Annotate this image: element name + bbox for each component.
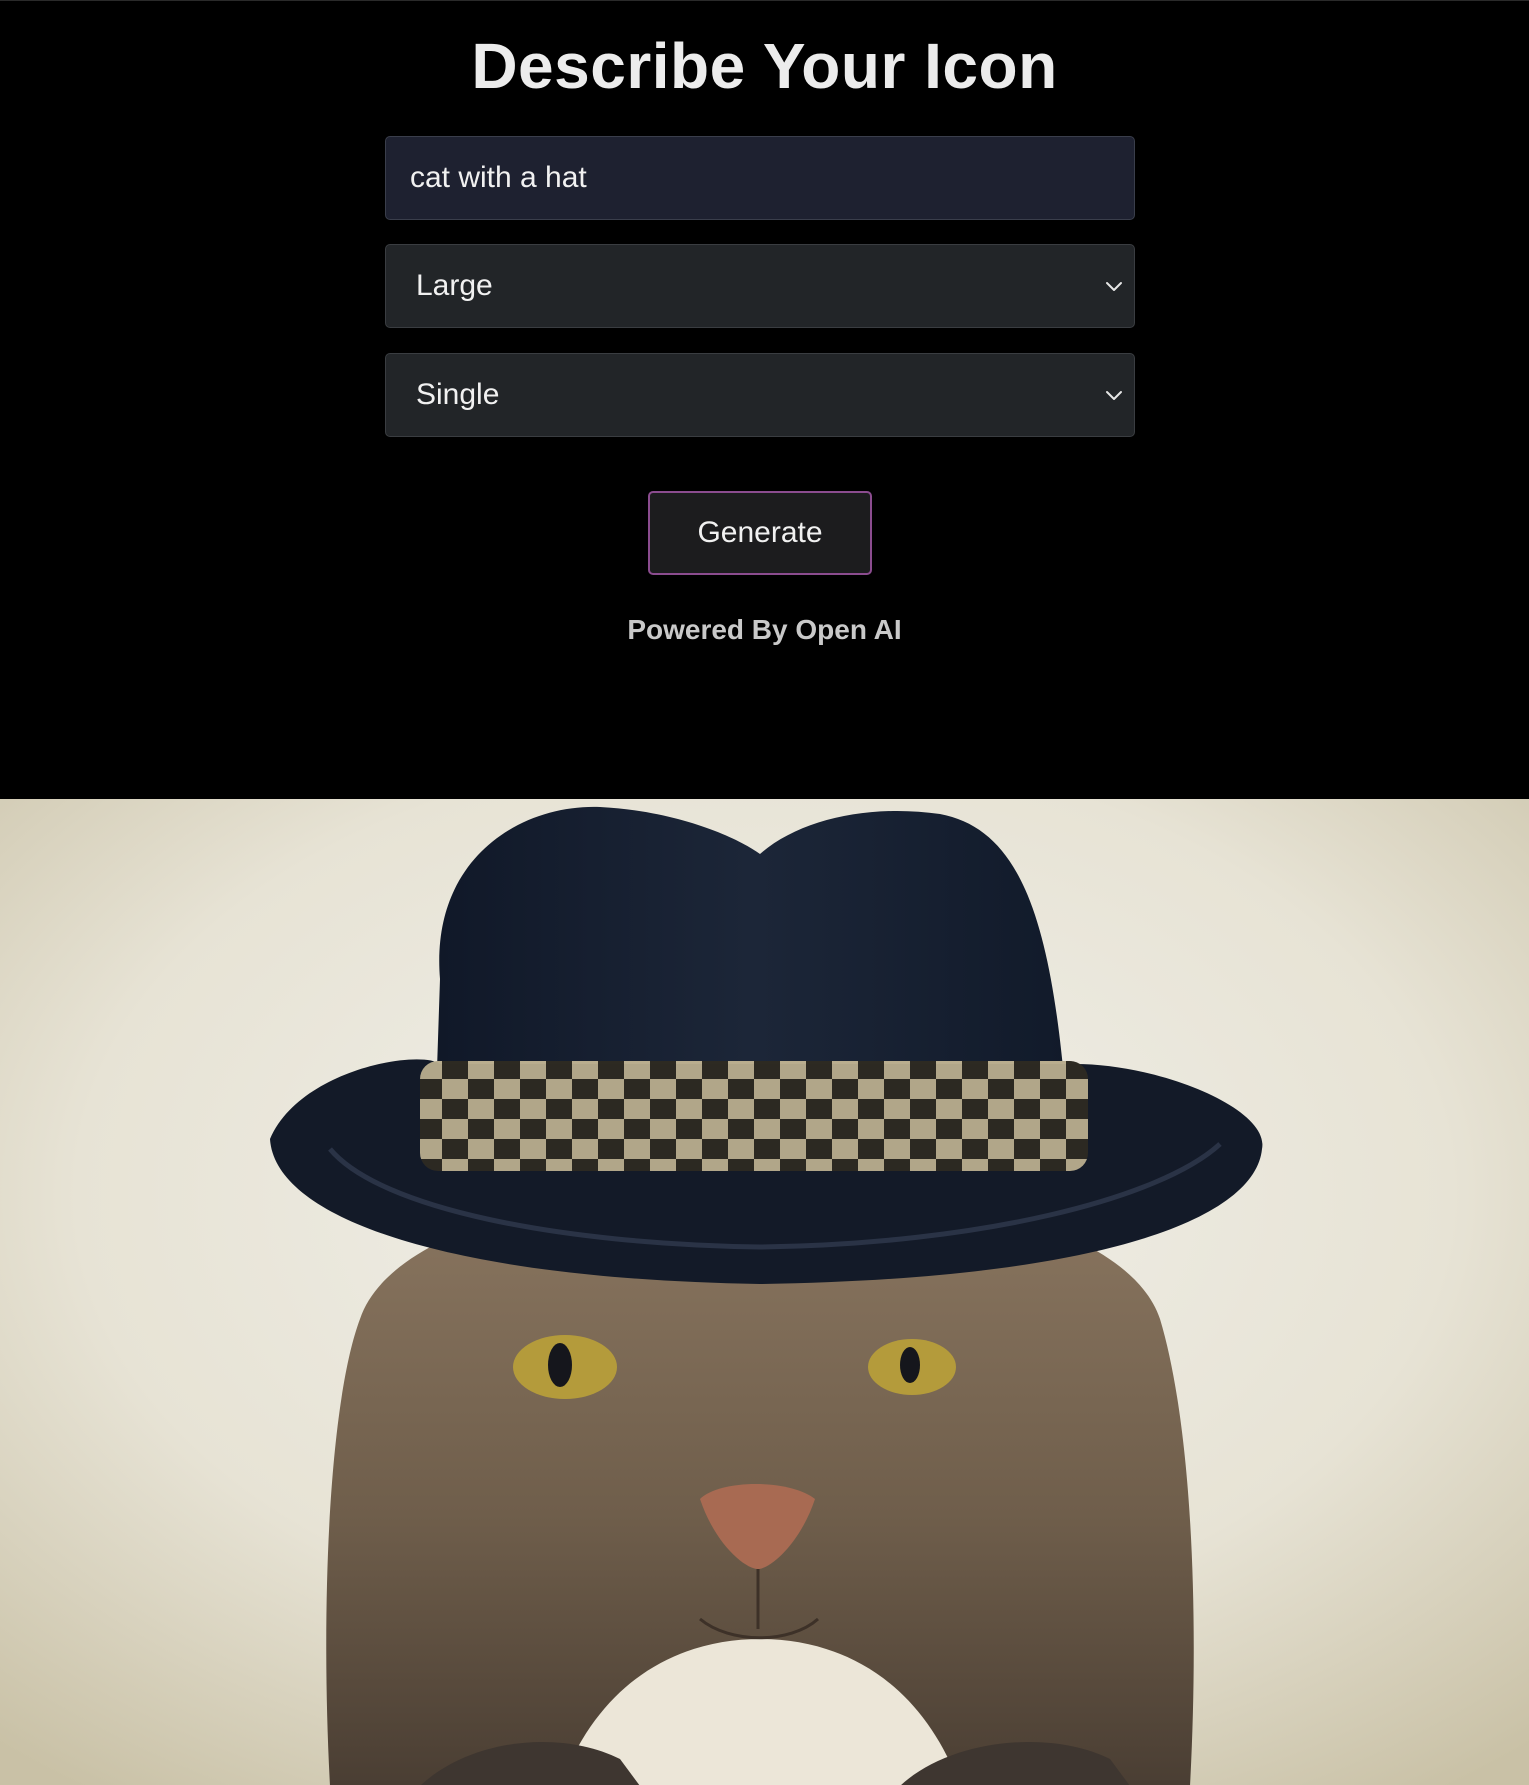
size-select-value: Large — [416, 269, 493, 302]
chevron-down-icon — [1106, 391, 1122, 400]
app-page: Describe Your Icon Large Single Generate… — [0, 0, 1529, 1785]
count-select-value: Single — [416, 378, 500, 411]
generate-button[interactable]: Generate — [648, 491, 872, 575]
count-select[interactable]: Single — [385, 353, 1135, 437]
powered-by-label: Powered By Open AI — [627, 614, 902, 645]
page-title: Describe Your Icon — [471, 30, 1058, 102]
chevron-down-icon — [1106, 282, 1122, 291]
prompt-input[interactable] — [385, 136, 1135, 220]
generated-icon-image — [0, 799, 1529, 1785]
size-select[interactable]: Large — [385, 244, 1135, 328]
generator-form-panel: Describe Your Icon Large Single Generate… — [0, 1, 1529, 799]
